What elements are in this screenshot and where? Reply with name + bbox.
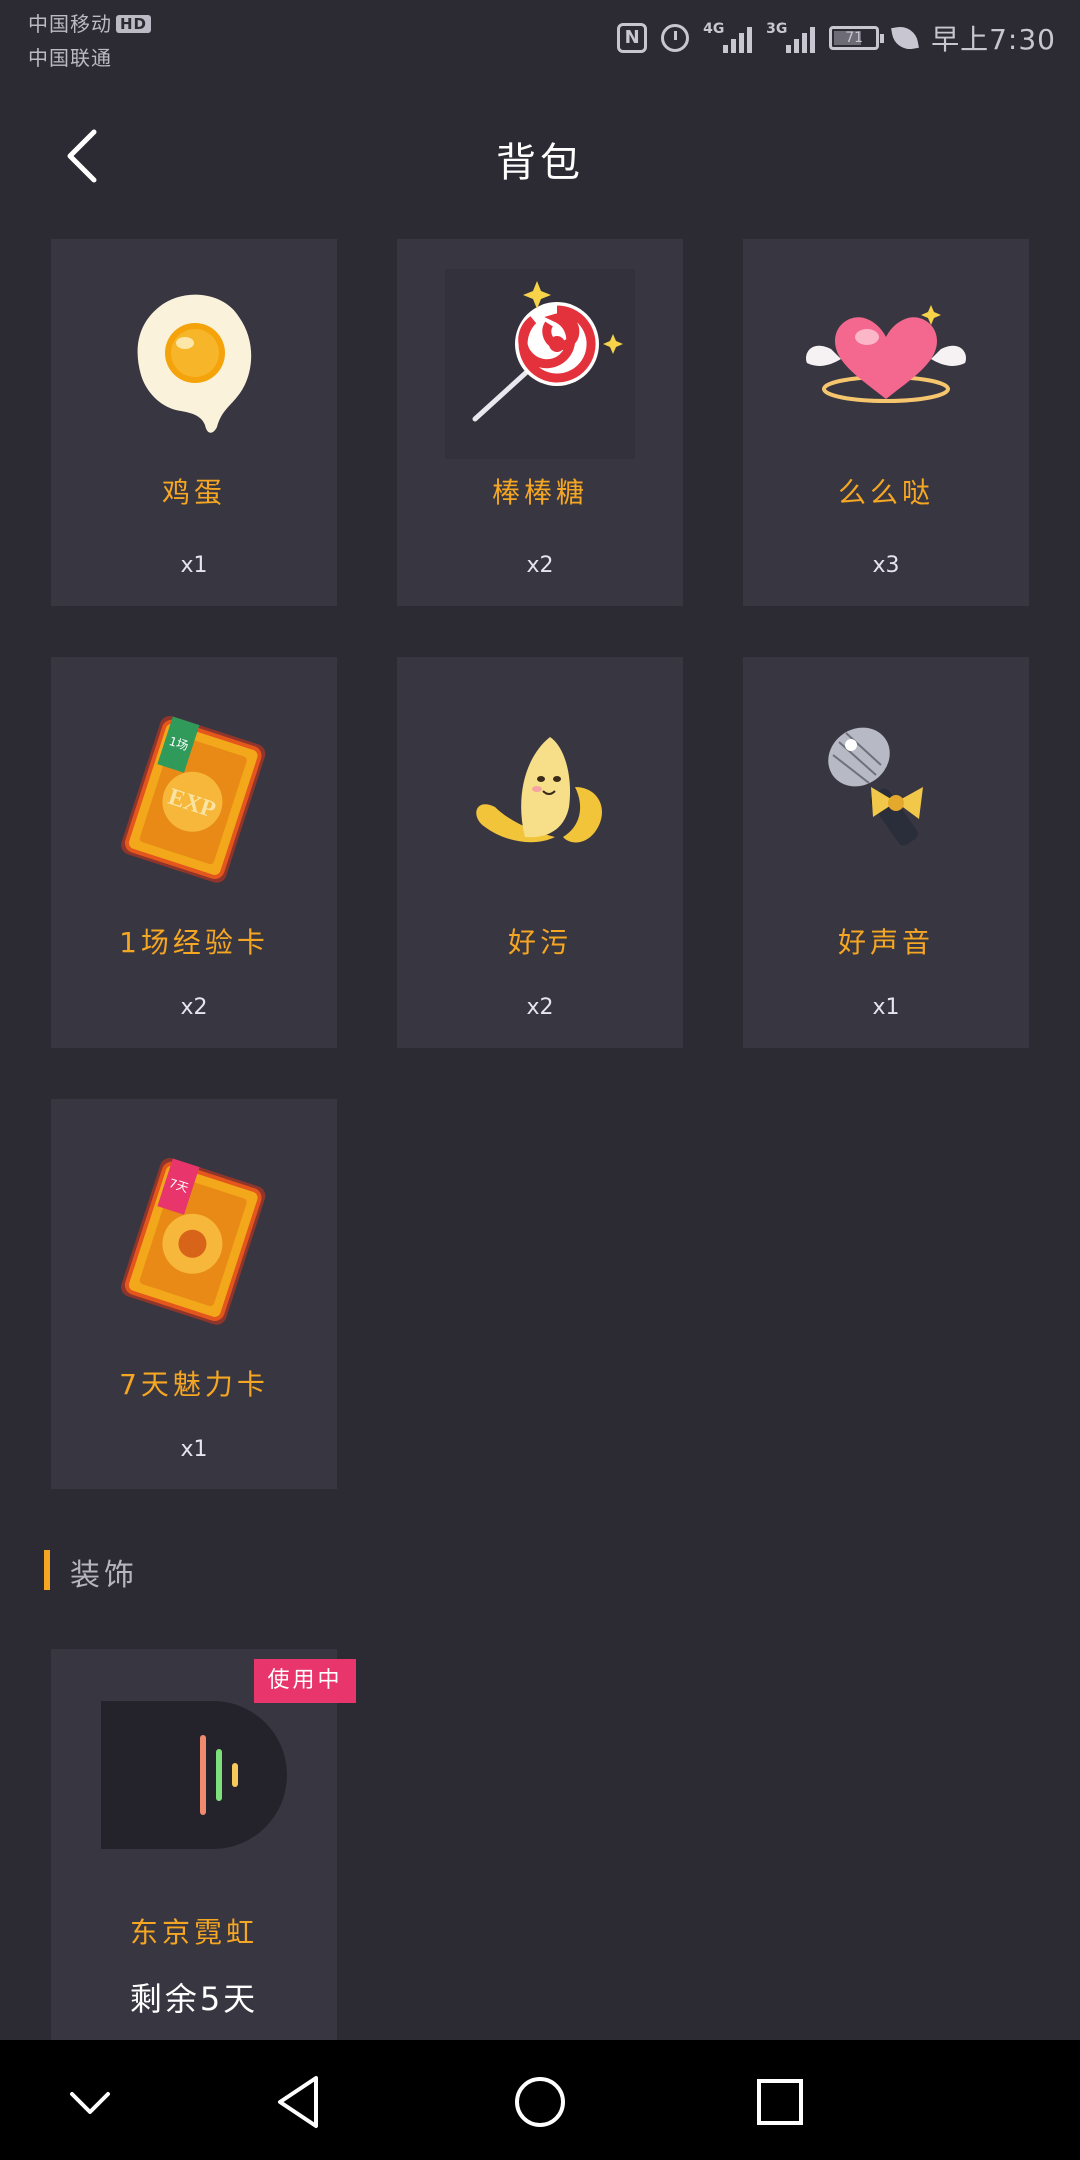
carrier-1-label: 中国移动 (28, 12, 112, 36)
status-bar: 中国移动 HD 中国联通 N 4G 3G 71 早上7:30 (0, 0, 1080, 80)
status-icons: N 4G 3G 71 早上7:30 (617, 18, 1056, 58)
carrier-2: 中国联通 (28, 46, 112, 70)
hd-badge: HD (116, 15, 152, 33)
item-count: x2 (180, 995, 208, 1020)
item-count: x1 (180, 1437, 208, 1462)
chevron-down-icon[interactable] (58, 2070, 122, 2134)
item-name: 好污 (507, 926, 572, 959)
neon-bubble-preview (101, 1701, 287, 1849)
back-triangle-icon[interactable] (268, 2070, 332, 2134)
item-card-charm-card[interactable]: 7天 7天魅力卡 x1 (51, 1099, 337, 1489)
system-nav-bar (0, 2040, 1080, 2160)
in-use-badge: 使用中 (254, 1659, 356, 1703)
winged-heart-icon (806, 305, 966, 403)
item-name: 鸡蛋 (161, 476, 226, 509)
network-1-label: 4G (703, 21, 725, 37)
carrier-1: 中国移动 HD (28, 8, 152, 37)
page-title: 背包 (496, 140, 584, 186)
power-saving-leaf-icon (891, 24, 920, 52)
lollipop-icon (445, 269, 635, 459)
clock: 早上7:30 (931, 23, 1056, 56)
section-title: 装饰 (70, 1558, 138, 1593)
recents-square-icon[interactable] (748, 2070, 812, 2134)
item-card-exp-card[interactable]: EXP 1场 1场经验卡 x2 (51, 657, 337, 1048)
section-accent-bar (44, 1550, 50, 1590)
banana-icon (476, 737, 603, 843)
remaining-days: 剩余5天 (129, 1980, 259, 2018)
item-name: 么么哒 (837, 476, 934, 509)
item-count: x2 (526, 553, 554, 578)
item-name: 1场经验卡 (119, 926, 269, 959)
decoration-card-tokyo-neon[interactable]: 使用中 东京霓虹 剩余5天 (51, 1649, 356, 2040)
item-name: 棒棒糖 (491, 476, 588, 509)
microphone-icon (828, 727, 923, 846)
fried-egg-icon (137, 294, 252, 433)
item-count: x1 (872, 995, 900, 1020)
nfc-icon: N (617, 23, 648, 53)
header: 背包 (0, 110, 1080, 200)
battery-icon: 71 (829, 26, 885, 50)
item-count: x2 (526, 995, 554, 1020)
alarm-icon (661, 24, 690, 52)
item-card-egg[interactable]: 鸡蛋 x1 (51, 239, 337, 606)
exp-card-icon: EXP 1场 (121, 716, 266, 883)
item-card-kiss[interactable]: 么么哒 x3 (743, 239, 1029, 606)
charm-card-icon: 7天 (121, 1158, 266, 1325)
signal-3g-icon: 3G (766, 21, 816, 53)
network-2-label: 3G (766, 21, 788, 37)
item-card-banana[interactable]: 好污 x2 (397, 657, 683, 1048)
decoration-name: 东京霓虹 (129, 1916, 258, 1949)
item-count: x3 (872, 553, 900, 578)
signal-4g-icon: 4G (703, 21, 753, 53)
item-name: 7天魅力卡 (119, 1368, 269, 1401)
home-circle-icon[interactable] (508, 2070, 572, 2134)
item-count: x1 (180, 553, 208, 578)
item-card-lollipop[interactable]: 棒棒糖 x2 (397, 239, 683, 606)
battery-level: 71 (845, 30, 864, 46)
item-name: 好声音 (837, 926, 934, 959)
item-card-good-voice[interactable]: 好声音 x1 (743, 657, 1029, 1048)
